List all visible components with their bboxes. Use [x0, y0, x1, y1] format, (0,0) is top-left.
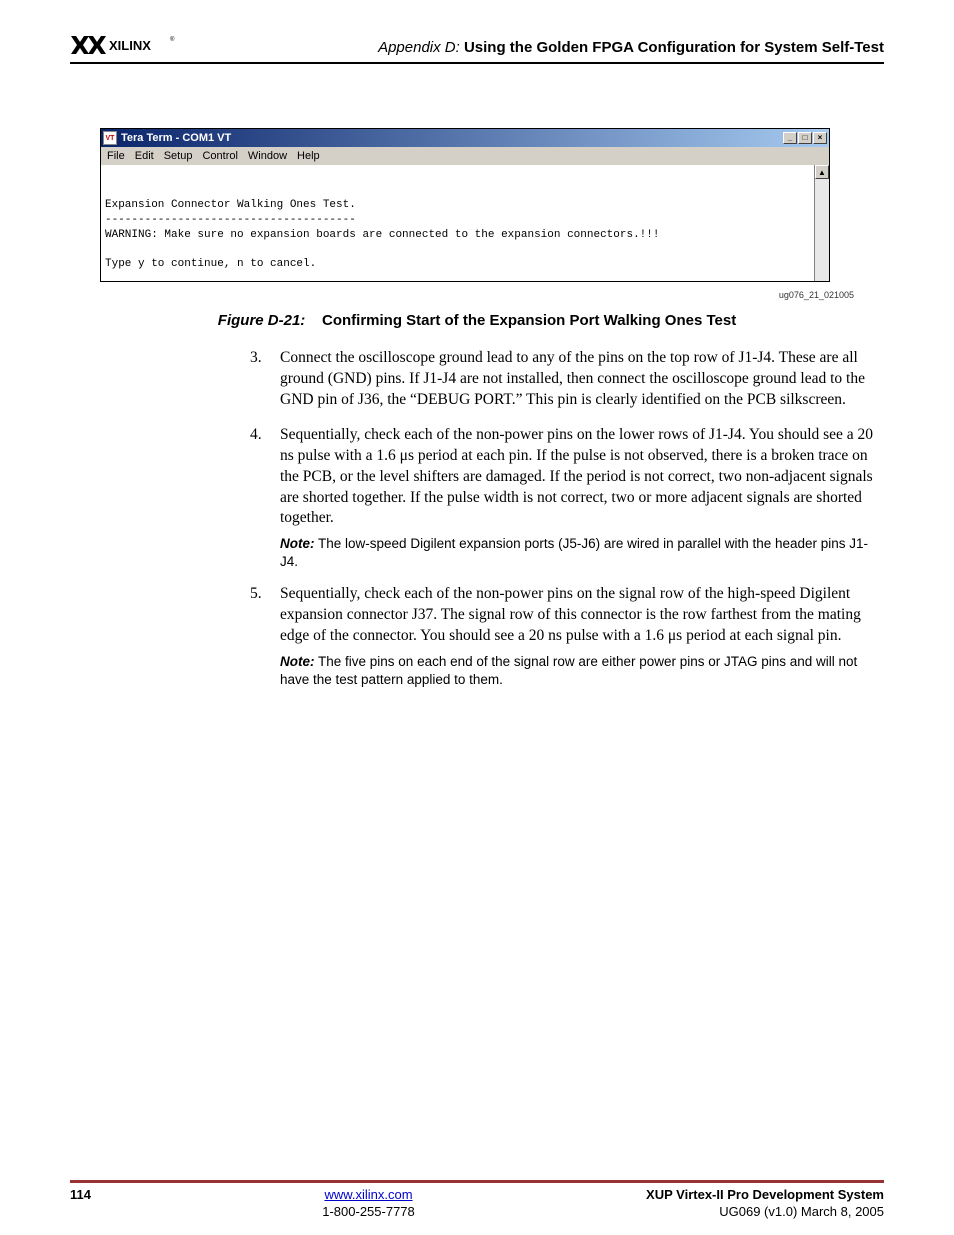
- terminal-screenshot: VT Tera Term - COM1 VT _ □ × File Edit S…: [100, 128, 830, 282]
- minimize-button[interactable]: _: [783, 132, 797, 144]
- footer-link[interactable]: www.xilinx.com: [324, 1187, 412, 1202]
- note-label: Note:: [280, 654, 315, 669]
- window-title: Tera Term - COM1 VT: [121, 132, 231, 144]
- list-number: 3.: [250, 348, 280, 411]
- list-body: Sequentially, check each of the non-powe…: [280, 425, 884, 571]
- page-footer: 114 www.xilinx.com 1-800-255-7778 XUP Vi…: [70, 1187, 884, 1221]
- list-text: Sequentially, check each of the non-powe…: [280, 585, 861, 644]
- footer-doc: UG069 (v1.0) March 8, 2005: [719, 1204, 884, 1219]
- xilinx-logo: XILINX ®: [70, 34, 180, 56]
- app-icon: VT: [103, 131, 117, 145]
- menu-help[interactable]: Help: [297, 150, 320, 162]
- list-number: 4.: [250, 425, 280, 571]
- scrollbar[interactable]: ▲: [814, 165, 829, 281]
- header-rule: [70, 62, 884, 64]
- note-label: Note:: [280, 536, 315, 551]
- figure-title: Confirming Start of the Expansion Port W…: [322, 312, 736, 329]
- terminal-body: Expansion Connector Walking Ones Test. -…: [101, 165, 829, 281]
- note-text: The low-speed Digilent expansion ports (…: [280, 536, 868, 569]
- footer-product: XUP Virtex-II Pro Development System: [646, 1187, 884, 1202]
- menu-setup[interactable]: Setup: [164, 150, 193, 162]
- header-text: Appendix D: Using the Golden FPGA Config…: [378, 39, 884, 56]
- figure-asset-id: ug076_21_021005: [779, 290, 854, 300]
- page-number: 114: [70, 1187, 91, 1221]
- menu-file[interactable]: File: [107, 150, 125, 162]
- list-item: 5. Sequentially, check each of the non-p…: [250, 584, 884, 688]
- list-text: Sequentially, check each of the non-powe…: [280, 426, 873, 527]
- list-text: Connect the oscilloscope ground lead to …: [280, 349, 865, 408]
- window-buttons: _ □ ×: [783, 132, 827, 144]
- scroll-track[interactable]: [815, 179, 829, 281]
- appendix-label: Appendix D:: [378, 39, 460, 56]
- appendix-title: Using the Golden FPGA Configuration for …: [464, 39, 884, 56]
- menu-edit[interactable]: Edit: [135, 150, 154, 162]
- note: Note: The low-speed Digilent expansion p…: [280, 535, 884, 570]
- list-item: 4. Sequentially, check each of the non-p…: [250, 425, 884, 571]
- body-content: 3. Connect the oscilloscope ground lead …: [250, 348, 884, 702]
- list-body: Sequentially, check each of the non-powe…: [280, 584, 884, 688]
- scroll-up-button[interactable]: ▲: [815, 165, 829, 179]
- note: Note: The five pins on each end of the s…: [280, 653, 884, 688]
- figure-caption: Figure D-21: Confirming Start of the Exp…: [0, 312, 954, 329]
- menubar: File Edit Setup Control Window Help: [101, 147, 829, 165]
- page-header: XILINX ® Appendix D: Using the Golden FP…: [70, 34, 884, 56]
- footer-center: www.xilinx.com 1-800-255-7778: [322, 1187, 415, 1221]
- figure-label: Figure D-21:: [218, 312, 306, 329]
- svg-text:®: ®: [170, 36, 175, 43]
- list-body: Connect the oscilloscope ground lead to …: [280, 348, 884, 411]
- list-number: 5.: [250, 584, 280, 688]
- menu-window[interactable]: Window: [248, 150, 287, 162]
- maximize-button[interactable]: □: [798, 132, 812, 144]
- titlebar: VT Tera Term - COM1 VT _ □ ×: [101, 129, 829, 147]
- list-item: 3. Connect the oscilloscope ground lead …: [250, 348, 884, 411]
- tera-term-window: VT Tera Term - COM1 VT _ □ × File Edit S…: [100, 128, 830, 282]
- footer-right: XUP Virtex-II Pro Development System UG0…: [646, 1187, 884, 1221]
- svg-text:XILINX: XILINX: [109, 38, 151, 53]
- close-button[interactable]: ×: [813, 132, 827, 144]
- menu-control[interactable]: Control: [202, 150, 237, 162]
- note-text: The five pins on each end of the signal …: [280, 654, 857, 687]
- terminal-text: Expansion Connector Walking Ones Test. -…: [101, 165, 814, 281]
- footer-rule: [70, 1180, 884, 1183]
- footer-phone: 1-800-255-7778: [322, 1204, 415, 1219]
